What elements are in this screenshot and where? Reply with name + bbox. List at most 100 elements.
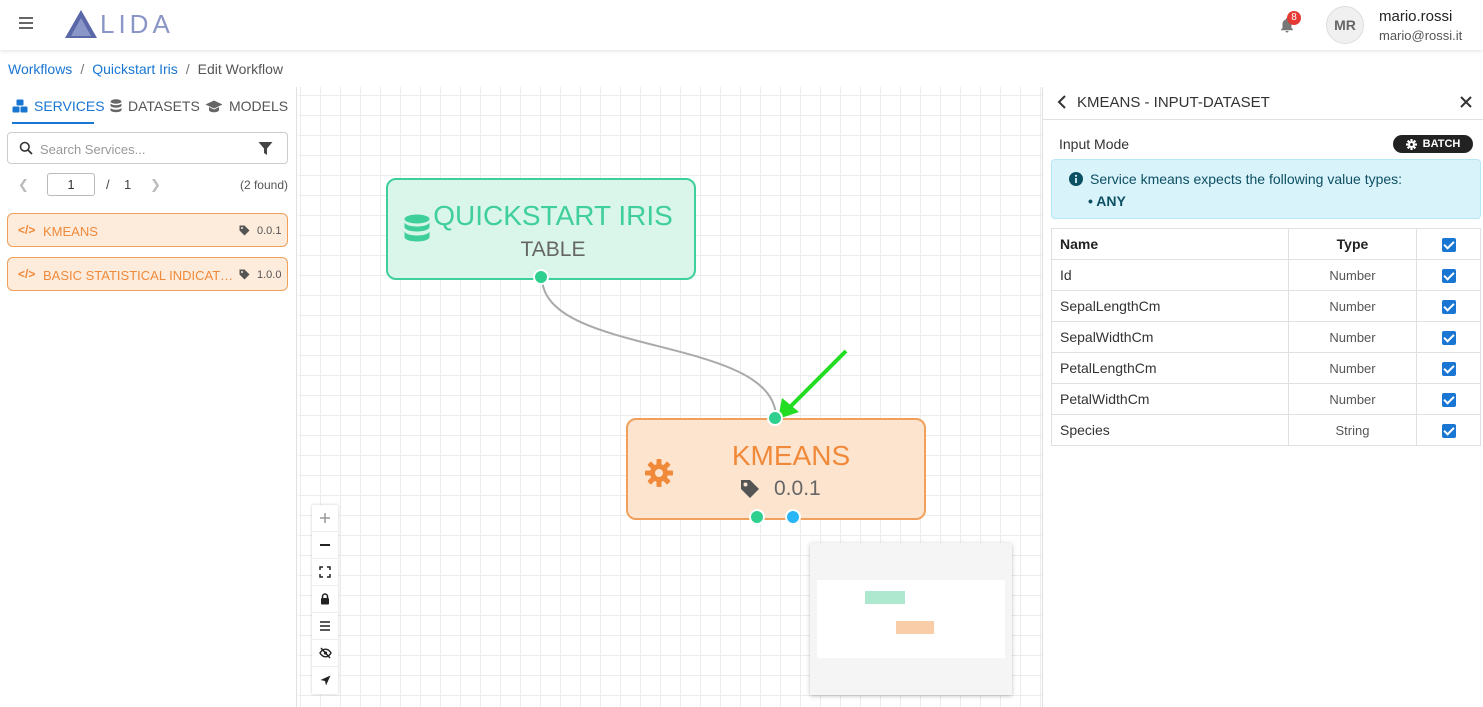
tab-datasets[interactable]: DATASETS [110,98,200,114]
left-sidebar: SERVICES DATASETS MODELS Search Services… [0,87,297,707]
input-mode-batch-button[interactable]: BATCH [1393,135,1473,153]
page-number-input[interactable] [47,173,95,196]
eye-slash-icon [318,647,332,659]
column-type: Number [1288,259,1417,291]
tab-datasets-label: DATASETS [128,98,200,114]
minimap-service-node [896,621,934,634]
sidebar-tabs: SERVICES DATASETS MODELS [0,87,297,127]
dataset-node-subtitle: TABLE [520,238,586,261]
service-node-title: KMEANS [731,440,851,471]
service-model-output-handle[interactable] [785,509,801,525]
info-alert: Service kmeans expects the following val… [1051,159,1481,219]
tag-icon [239,269,250,280]
breadcrumb-quickstart-iris[interactable]: Quickstart Iris [92,61,178,77]
table-row: SepalWidthCm Number [1051,321,1481,353]
table-row: PetalWidthCm Number [1051,383,1481,415]
row-checkbox-cell [1416,352,1481,384]
select-all-cell [1416,228,1481,260]
avatar[interactable]: MR [1326,6,1364,44]
zoom-out-button[interactable] [312,532,338,559]
tab-services[interactable]: SERVICES [12,98,105,114]
select-all-checkbox[interactable] [1441,238,1456,253]
dataset-node-quickstart-iris[interactable]: QUICKSTART IRIS TABLE [386,178,696,280]
service-version: 0.0.1 [257,225,282,237]
plus-icon [320,513,330,523]
panel-title: KMEANS - INPUT-DATASET [1077,94,1270,111]
results-count: (2 found) [239,178,288,192]
zoom-in-button[interactable] [312,505,338,532]
info-icon [1069,172,1083,186]
table-row: PetalLengthCm Number [1051,352,1481,384]
row-checkbox[interactable] [1441,300,1456,315]
service-output-handle[interactable] [749,509,765,525]
tab-models-label: MODELS [229,98,289,114]
layout-button[interactable] [312,613,338,640]
minimap[interactable] [810,543,1012,695]
column-header-name: Name [1051,228,1289,260]
prev-page-icon[interactable]: ❮ [18,177,29,193]
lock-button[interactable] [312,586,338,613]
columns-table: Name Type Id Number SepalLengthCm Number… [1051,228,1481,446]
fullscreen-icon [319,566,331,578]
close-icon[interactable] [1460,96,1472,108]
breadcrumb: Workflows / Quickstart Iris / Edit Workflow [8,61,283,77]
service-node-version: 0.0.1 [774,477,821,500]
table-row: Species String [1051,414,1481,446]
row-checkbox[interactable] [1441,269,1456,284]
service-item-kmeans[interactable]: </> KMEANS 0.0.1 [7,213,288,247]
fit-view-button[interactable] [312,559,338,586]
menu-icon[interactable] [19,17,33,31]
annotation-arrow-line [786,349,848,411]
column-name: PetalWidthCm [1051,383,1289,415]
service-node-kmeans[interactable]: KMEANS 0.0.1 [626,418,926,520]
row-checkbox[interactable] [1441,331,1456,346]
column-type: String [1288,414,1417,446]
minus-icon [320,544,330,546]
breadcrumb-separator: / [80,61,85,77]
code-icon: </> [18,267,36,281]
gear-icon [645,459,673,487]
page-total: 1 [124,177,132,192]
row-checkbox[interactable] [1441,362,1456,377]
tab-models[interactable]: MODELS [205,98,288,114]
workflow-canvas[interactable]: QUICKSTART IRIS TABLE KMEANS 0.0.1 [298,87,1042,707]
table-header-row: Name Type [1051,228,1481,260]
service-search [7,132,288,164]
breadcrumb-current: Edit Workflow [197,61,283,77]
app-logo[interactable]: LIDA [64,8,174,40]
tab-services-label: SERVICES [34,98,105,114]
list-icon [320,621,330,631]
row-checkbox-cell [1416,290,1481,322]
table-row: SepalLengthCm Number [1051,290,1481,322]
column-name: PetalLengthCm [1051,352,1289,384]
location-arrow-icon [320,675,330,686]
active-tab-indicator [12,122,94,124]
next-page-icon[interactable]: ❯ [150,177,161,193]
row-checkbox-cell [1416,259,1481,291]
top-bar: LIDA 8 MR mario.rossi mario@rossi.it [0,0,1483,50]
chevron-left-icon[interactable] [1057,95,1067,109]
panel-header: KMEANS - INPUT-DATASET [1043,87,1483,120]
service-item-basic-statistical-indicators[interactable]: </> BASIC STATISTICAL INDICATORS 1.0.0 [7,257,288,291]
info-message: Service kmeans expects the following val… [1090,171,1403,187]
row-checkbox-cell [1416,414,1481,446]
input-mode-value: BATCH [1422,138,1461,150]
row-checkbox[interactable] [1441,393,1456,408]
breadcrumb-workflows[interactable]: Workflows [8,61,72,77]
search-input[interactable] [40,139,250,159]
canvas-controls [312,505,338,694]
dataset-output-handle[interactable] [533,269,549,285]
row-checkbox[interactable] [1441,424,1456,439]
user-email: mario@rossi.it [1379,28,1463,43]
filter-icon[interactable] [258,141,273,156]
table-row: Id Number [1051,259,1481,291]
graduation-cap-icon [205,100,223,112]
tag-icon [239,225,250,236]
service-version: 1.0.0 [257,269,282,281]
toggle-visibility-button[interactable] [312,640,338,667]
properties-panel: KMEANS - INPUT-DATASET Input Mode BATCH … [1042,87,1483,707]
logo-triangle-icon [65,10,97,38]
navigate-button[interactable] [312,667,338,694]
dataset-node-title: QUICKSTART IRIS [433,200,673,231]
service-input-handle[interactable] [767,410,783,426]
